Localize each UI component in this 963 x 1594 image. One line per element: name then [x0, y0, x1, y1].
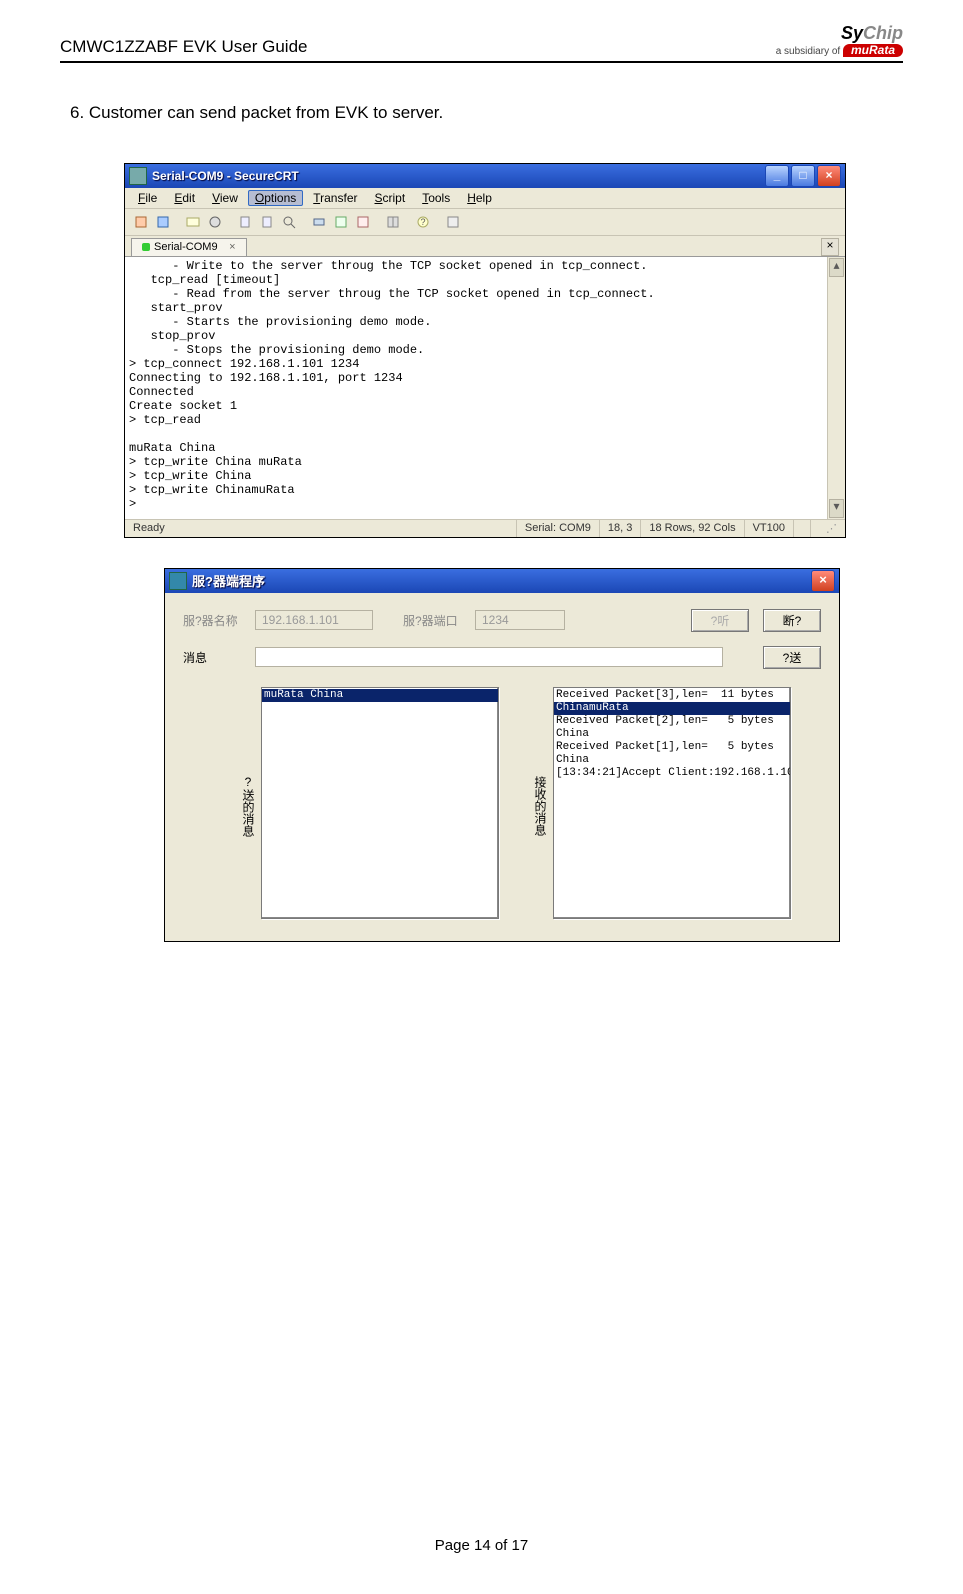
- step-text: 6. Customer can send packet from EVK to …: [70, 103, 903, 123]
- toolbar-icon[interactable]: [131, 212, 151, 232]
- label-server-port: 服?器端口: [403, 612, 475, 629]
- toolbar-icon[interactable]: [235, 212, 255, 232]
- menu-file[interactable]: File: [131, 190, 164, 206]
- status-size: 18 Rows, 92 Cols: [641, 520, 744, 537]
- securecrt-window: Serial-COM9 - SecureCRT _ □ × FileEditVi…: [124, 163, 846, 538]
- label-received-messages: 接收的消息: [529, 687, 547, 919]
- list-item[interactable]: [13:34:21]Accept Client:192.168.1.100: [554, 767, 790, 780]
- send-button[interactable]: ?送: [763, 646, 821, 669]
- status-ready: Ready: [125, 520, 517, 537]
- server-port-field[interactable]: [475, 610, 565, 630]
- list-item[interactable]: China: [554, 728, 790, 741]
- toolbar-icon[interactable]: [443, 212, 463, 232]
- app-icon: [169, 572, 187, 590]
- window-title: 服?器端程序: [192, 571, 809, 590]
- list-item[interactable]: Received Packet[2],len= 5 bytes: [554, 715, 790, 728]
- close-button[interactable]: ×: [811, 570, 835, 592]
- menu-help[interactable]: Help: [460, 190, 499, 206]
- scroll-down-icon[interactable]: ▾: [829, 499, 844, 518]
- status-extra: [794, 520, 811, 537]
- toolbar[interactable]: ?: [125, 209, 845, 236]
- toolbar-icon[interactable]: [183, 212, 203, 232]
- sent-messages-list[interactable]: muRata China: [261, 687, 499, 919]
- toolbar-icon[interactable]: [353, 212, 373, 232]
- toolbar-icon[interactable]: [383, 212, 403, 232]
- list-item[interactable]: Received Packet[1],len= 5 bytes: [554, 741, 790, 754]
- session-tab[interactable]: Serial-COM9 ×: [131, 238, 247, 256]
- titlebar[interactable]: Serial-COM9 - SecureCRT _ □ ×: [125, 164, 845, 188]
- menubar[interactable]: FileEditViewOptionsTransferScriptToolsHe…: [125, 188, 845, 209]
- statusbar: Ready Serial: COM9 18, 3 18 Rows, 92 Col…: [125, 519, 845, 537]
- page-footer: Page 14 of 17: [0, 1537, 963, 1554]
- tab-label: Serial-COM9: [154, 241, 218, 253]
- scroll-up-icon[interactable]: ▴: [829, 258, 844, 277]
- maximize-button[interactable]: □: [791, 165, 815, 187]
- label-server-name: 服?器名称: [183, 612, 255, 629]
- toolbar-icon[interactable]: [309, 212, 329, 232]
- app-icon: [129, 167, 147, 185]
- logo: SyChip a subsidiary of muRata: [776, 24, 903, 57]
- label-message: 消息: [183, 649, 255, 666]
- terminal-output[interactable]: - Write to the server throug the TCP soc…: [125, 257, 827, 519]
- menu-transfer[interactable]: Transfer: [306, 190, 364, 206]
- svg-text:?: ?: [420, 217, 425, 227]
- status-dot-icon: [142, 243, 150, 251]
- listen-button[interactable]: ?听: [691, 609, 749, 632]
- close-button[interactable]: ×: [817, 165, 841, 187]
- received-messages-list[interactable]: Received Packet[3],len= 11 bytesChinamuR…: [553, 687, 791, 919]
- tabstrip-close-icon[interactable]: ×: [821, 238, 839, 256]
- menu-tools[interactable]: Tools: [415, 190, 457, 206]
- toolbar-icon[interactable]: [279, 212, 299, 232]
- doc-header: CMWC1ZZABF EVK User Guide SyChip a subsi…: [60, 24, 903, 63]
- menu-options[interactable]: Options: [248, 190, 303, 206]
- tab-strip: Serial-COM9 × ×: [125, 236, 845, 257]
- menu-script[interactable]: Script: [368, 190, 413, 206]
- toolbar-icon[interactable]: [205, 212, 225, 232]
- titlebar[interactable]: 服?器端程序 ×: [165, 569, 839, 593]
- server-name-field[interactable]: [255, 610, 373, 630]
- message-input[interactable]: [255, 647, 723, 667]
- status-term: VT100: [745, 520, 794, 537]
- menu-edit[interactable]: Edit: [167, 190, 202, 206]
- toolbar-icon[interactable]: [331, 212, 351, 232]
- toolbar-icon[interactable]: ?: [413, 212, 433, 232]
- toolbar-icon[interactable]: [257, 212, 277, 232]
- minimize-button[interactable]: _: [765, 165, 789, 187]
- disconnect-button[interactable]: 断?: [763, 609, 821, 632]
- list-item[interactable]: China: [554, 754, 790, 767]
- doc-title: CMWC1ZZABF EVK User Guide: [60, 37, 308, 57]
- scrollbar[interactable]: ▴ ▾: [827, 257, 845, 519]
- label-sent-messages: ?送的消息: [237, 687, 255, 919]
- list-item[interactable]: muRata China: [262, 689, 498, 702]
- list-item[interactable]: Received Packet[3],len= 11 bytes: [554, 689, 790, 702]
- resize-grip-icon[interactable]: ⋰: [811, 520, 845, 537]
- tab-close-icon[interactable]: ×: [222, 241, 236, 253]
- list-item[interactable]: ChinamuRata: [554, 702, 790, 715]
- status-port: Serial: COM9: [517, 520, 600, 537]
- window-title: Serial-COM9 - SecureCRT: [152, 169, 763, 183]
- menu-view[interactable]: View: [205, 190, 245, 206]
- toolbar-icon[interactable]: [153, 212, 173, 232]
- status-cursor: 18, 3: [600, 520, 641, 537]
- server-dialog: 服?器端程序 × 服?器名称 服?器端口 ?听 断? 消息 ?送 ?送的消息 m…: [164, 568, 840, 942]
